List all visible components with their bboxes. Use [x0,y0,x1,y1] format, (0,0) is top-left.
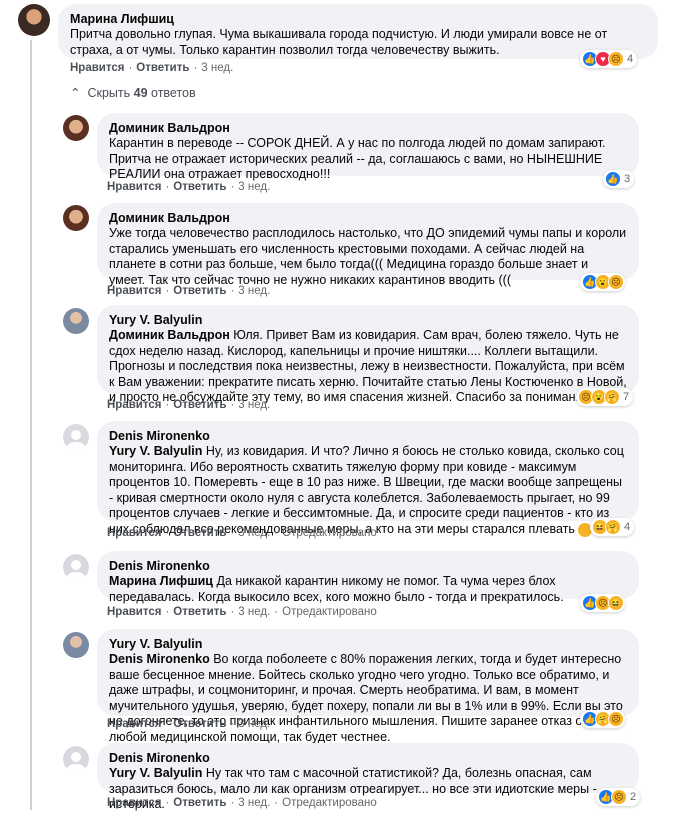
reply-author[interactable]: Denis Mironenko [109,428,627,444]
edited-label[interactable]: Отредактировано [282,797,377,809]
reply-actions: Нравится · Ответить · 3 нед. [107,181,271,193]
toggle-count: 49 [133,86,148,100]
reply-actions: Нравится · Ответить · 3 нед. [107,718,271,730]
avatar-denis[interactable] [63,424,89,450]
reactions-summary[interactable]: 😆 🤗 4 [590,518,635,536]
reply-button[interactable]: Ответить [173,718,226,730]
reactions-summary[interactable]: 👍 ♥ ☹ 4 [580,50,638,68]
edited-label[interactable]: Отредактировано [282,606,377,618]
timestamp[interactable]: 3 нед. [238,606,270,618]
reaction-count: 7 [623,391,630,403]
like-button[interactable]: Нравится [107,606,161,618]
reactions-summary[interactable]: 👍 ☹ 😆 [580,594,625,612]
timestamp[interactable]: 3 нед. [238,181,270,193]
reply-text: Карантин в переводе -- СОРОК ДНЕЙ. А у н… [109,136,606,182]
toggle-suffix: ответов [151,86,196,100]
reply-button[interactable]: Ответить [173,527,226,539]
reply-bubble: Denis Mironenko Марина Лифшиц Да никакой… [97,551,639,604]
avatar-yury[interactable] [63,308,89,334]
reply-button[interactable]: Ответить [173,181,226,193]
avatar-dominik[interactable] [63,205,89,231]
comment-actions: Нравится · Ответить · 3 нед. [70,62,234,74]
reply-author[interactable]: Denis Mironenko [109,750,627,766]
reply-button[interactable]: Ответить [173,797,226,809]
like-button[interactable]: Нравится [70,62,124,74]
reply-author[interactable]: Denis Mironenko [109,558,627,574]
timestamp[interactable]: 3 нед. [238,718,270,730]
timestamp[interactable]: 3 нед. [238,399,270,411]
reply-button[interactable]: Ответить [173,285,226,297]
comment-text: Притча довольно глупая. Чума выкашивала … [70,27,608,57]
reply-actions: Нравится · Ответить · 3 нед. · Отредактировано [107,797,377,809]
sad-reaction-icon: ☹ [608,274,624,290]
haha-reaction-icon: 😆 [608,595,624,611]
reactions-summary[interactable]: 👍 🤗 ☹ [580,710,625,728]
chevron-up-icon: ⌃ [70,86,81,100]
timestamp[interactable]: 3 нед. [238,797,270,809]
sad-reaction-icon: ☹ [608,51,624,67]
avatar-marina[interactable] [18,4,50,36]
mention-link[interactable]: Yury V. Balyulin [109,444,202,458]
avatar-dominik[interactable] [63,115,89,141]
reply-bubble: Доминик Вальдрон Карантин в переводе -- … [97,113,639,181]
reply-text: Уже тогда человечество расплодилось наст… [109,226,627,287]
like-reaction-icon: 👍 [605,171,621,187]
reply-bubble: Yury V. Balyulin Denis Mironenko Во когд… [97,629,639,744]
thread-line [30,40,32,810]
reply-text: Denis Mironenko Во когда поболеете с 80%… [109,652,627,746]
hide-replies-toggle[interactable]: ⌃ Скрыть 49 ответов [70,85,196,100]
reaction-count: 4 [627,53,634,65]
mention-link[interactable]: Марина Лифшиц [109,574,213,588]
reply-author[interactable]: Доминик Вальдрон [109,120,627,136]
like-button[interactable]: Нравится [107,797,161,809]
mention-link[interactable]: Доминик Вальдрон [109,328,230,342]
mention-link[interactable]: Denis Mironenko [109,652,210,666]
reply-text: Yury V. Balyulin Ну, из ковидария. И что… [109,444,627,538]
avatar-denis[interactable] [63,746,89,772]
reply-button[interactable]: Ответить [173,399,226,411]
avatar-denis[interactable] [63,554,89,580]
reply-bubble: Denis Mironenko Yury V. Balyulin Ну, из … [97,421,639,537]
comment-bubble: Марина Лифшиц Притча довольно глупая. Чу… [58,4,658,59]
timestamp[interactable]: 3 нед. [238,285,270,297]
like-button[interactable]: Нравится [107,181,161,193]
reply-actions: Нравится · Ответить · 3 нед. [107,399,271,411]
edited-label[interactable]: Отредактировано [282,527,377,539]
reply-author[interactable]: Yury V. Balyulin [109,312,627,328]
like-button[interactable]: Нравится [107,399,161,411]
like-button[interactable]: Нравится [107,285,161,297]
mention-link[interactable]: Yury V. Balyulin [109,766,202,780]
avatar-yury[interactable] [63,632,89,658]
reaction-count: 4 [624,521,631,533]
reply-actions: Нравится · Ответить · 3 нед. · Отредактировано [107,606,377,618]
care-reaction-icon: 🤗 [605,519,621,535]
reply-button[interactable]: Ответить [173,606,226,618]
like-button[interactable]: Нравится [107,527,161,539]
reply-author[interactable]: Yury V. Balyulin [109,636,627,652]
reply-bubble: Доминик Вальдрон Уже тогда человечество … [97,203,639,287]
sad-reaction-icon: ☹ [611,789,627,805]
reactions-summary[interactable]: 👍 3 [603,170,635,188]
reply-text: Марина Лифшиц Да никакой карантин никому… [109,574,627,605]
timestamp[interactable]: 3 нед. [201,62,233,74]
like-button[interactable]: Нравится [107,718,161,730]
reactions-summary[interactable]: ☹ 😮 🤗 7 [576,388,634,406]
reply-bubble: Denis Mironenko Yury V. Balyulin Ну так … [97,743,639,811]
toggle-prefix: Скрыть [87,86,131,100]
reaction-count: 3 [624,173,631,185]
timestamp[interactable]: 3 нед. [238,527,270,539]
reply-button[interactable]: Ответить [136,62,189,74]
reply-actions: Нравится · Ответить · 3 нед. [107,285,271,297]
reactions-summary[interactable]: 👍 😮 ☹ [580,273,625,291]
comment-author[interactable]: Марина Лифшиц [70,11,646,27]
reply-actions: Нравится · Ответить · 3 нед. · Отредактировано [107,527,377,539]
reaction-count: 2 [630,791,637,803]
reply-bubble: Yury V. Balyulin Доминик Вальдрон Юля. П… [97,305,639,404]
reactions-summary[interactable]: 👍 ☹ 2 [596,788,641,806]
sad-reaction-icon: ☹ [608,711,624,727]
reply-author[interactable]: Доминик Вальдрон [109,210,627,226]
care-reaction-icon: 🤗 [604,389,620,405]
reply-text: Доминик Вальдрон Юля. Привет Вам из кови… [109,328,627,406]
